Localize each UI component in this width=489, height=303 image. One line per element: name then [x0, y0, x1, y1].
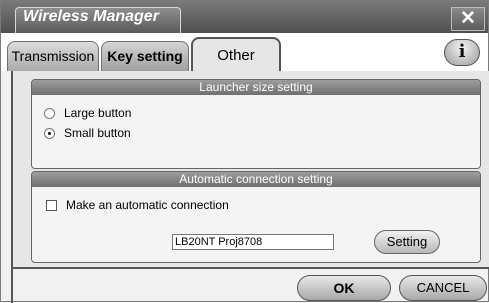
- tab-transmission[interactable]: Transmission: [7, 41, 99, 71]
- ok-button[interactable]: OK: [297, 275, 391, 301]
- radio-large-button-circle[interactable]: [44, 108, 55, 120]
- auto-connect-checkbox[interactable]: [46, 200, 57, 212]
- window-title: Wireless Manager: [23, 8, 159, 25]
- setting-button[interactable]: Setting: [374, 230, 440, 254]
- wireless-manager-window: Wireless Manager ✕ Transmission Key sett…: [0, 0, 489, 303]
- device-name-input[interactable]: LB20NT Proj8708: [172, 234, 334, 250]
- auto-connect-checkbox-row[interactable]: Make an automatic connection: [46, 196, 229, 214]
- tab-other[interactable]: Other: [191, 37, 281, 71]
- radio-small-button[interactable]: Small button: [44, 124, 131, 142]
- info-icon: i: [458, 41, 466, 62]
- radio-large-button-label: Large button: [64, 106, 132, 120]
- title-bar: Wireless Manager ✕: [1, 1, 488, 33]
- close-icon: ✕: [460, 8, 476, 29]
- radio-small-button-label: Small button: [64, 126, 131, 140]
- auto-connect-label: Make an automatic connection: [66, 198, 229, 212]
- radio-large-button[interactable]: Large button: [44, 104, 131, 122]
- launcher-size-group: Launcher size setting Large button Small…: [31, 79, 481, 169]
- other-tab-panel: Launcher size setting Large button Small…: [11, 71, 489, 269]
- panel-edge-divider: [11, 269, 13, 303]
- radio-small-button-circle[interactable]: [44, 128, 55, 140]
- automatic-connection-group: Automatic connection setting Make an aut…: [31, 171, 481, 263]
- tab-key-setting[interactable]: Key setting: [101, 41, 189, 71]
- tab-bar: Transmission Key setting Other: [1, 33, 488, 71]
- launcher-size-header: Launcher size setting: [32, 80, 480, 95]
- close-button[interactable]: ✕: [451, 7, 485, 31]
- cancel-button[interactable]: CANCEL: [399, 275, 487, 301]
- info-button[interactable]: i: [444, 39, 480, 66]
- automatic-connection-header: Automatic connection setting: [32, 172, 480, 187]
